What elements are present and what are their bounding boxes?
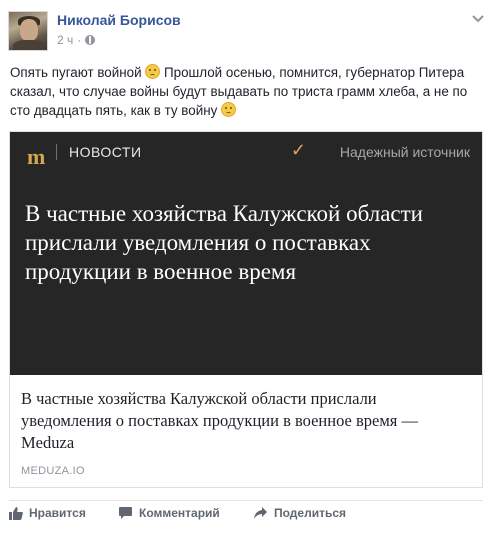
avatar[interactable] [8,11,48,51]
worried-face-icon [145,64,161,79]
share-icon [253,506,268,520]
post-time[interactable]: 2 ч [57,33,73,47]
card-image[interactable]: m НОВОСТИ ✓ Надежный источник В частные … [10,132,482,375]
author-name[interactable]: Николай Борисов [57,12,181,28]
comment-button[interactable]: Комментарий [118,506,220,520]
comment-icon [118,506,133,520]
meduza-logo: m [27,144,46,169]
comment-label: Комментарий [139,506,220,520]
globe-icon[interactable] [85,35,96,45]
card-title[interactable]: В частные хозяйства Калужской области пр… [21,388,471,454]
like-label: Нравится [29,506,86,520]
chevron-down-icon[interactable] [472,12,484,26]
post-text: Опять пугают войной Прошлой осенью, помн… [10,63,488,120]
logo-divider [56,144,57,160]
card-domain: MEDUZA.IO [21,465,85,477]
card-body[interactable]: В частные хозяйства Калужской области пр… [10,375,482,487]
post-meta: 2 ч · [57,33,96,47]
worried-face-icon [221,102,237,117]
section-label: НОВОСТИ [69,144,142,160]
checkmark-icon: ✓ [290,140,306,160]
action-bar: Нравится Комментарий Поделиться [0,506,494,528]
image-headline: В частные хозяйства Калужской области пр… [25,201,423,284]
post-text-part-1: Опять пугают войной [10,65,142,80]
action-divider [9,500,483,501]
thumbs-up-icon [9,506,23,520]
source-label: Надежный источник [339,144,470,160]
share-label: Поделиться [274,506,347,520]
meta-separator: · [77,33,82,47]
link-preview-card[interactable]: m НОВОСТИ ✓ Надежный источник В частные … [9,131,483,488]
avatar-face [20,19,38,41]
avatar-body [13,40,45,50]
like-button[interactable]: Нравится [9,506,86,520]
share-button[interactable]: Поделиться [253,506,346,520]
